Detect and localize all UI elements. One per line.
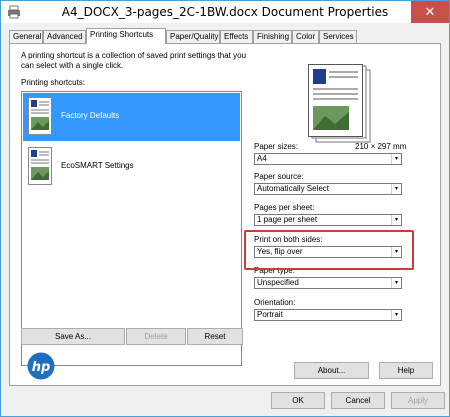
chevron-down-icon: ▾ xyxy=(391,184,401,194)
tab-printing-shortcuts[interactable]: Printing Shortcuts xyxy=(86,28,166,44)
tab-services[interactable]: Services xyxy=(319,30,357,43)
tab-general[interactable]: General xyxy=(9,30,43,43)
printing-shortcuts-panel: A printing shortcut is a collection of s… xyxy=(9,43,441,386)
orientation-label: Orientation: xyxy=(254,298,296,307)
orientation-value: Portrait xyxy=(257,310,283,319)
hp-logo: hp xyxy=(27,352,55,380)
help-button[interactable]: Help xyxy=(379,362,433,379)
shortcuts-list-label: Printing shortcuts: xyxy=(21,78,86,87)
tab-advanced[interactable]: Advanced xyxy=(43,30,86,43)
paper-type-select[interactable]: Unspecified ▾ xyxy=(254,277,402,289)
about-button[interactable]: About... xyxy=(294,362,369,379)
svg-text:hp: hp xyxy=(32,360,51,375)
window-title: A4_DOCX_3-pages_2C-1BW.docx Document Pro… xyxy=(61,5,389,19)
shortcut-factory-defaults[interactable]: Factory Defaults xyxy=(23,93,240,141)
paper-dimensions: 210 × 297 mm xyxy=(355,142,407,151)
paper-sizes-label: Paper sizes: xyxy=(254,142,299,151)
save-as-button[interactable]: Save As... xyxy=(21,328,125,345)
paper-source-label: Paper source: xyxy=(254,172,304,181)
paper-source-value: Automatically Select xyxy=(257,184,330,193)
paper-sizes-select[interactable]: A4 ▾ xyxy=(254,153,402,165)
shortcut-label: Factory Defaults xyxy=(61,111,120,120)
paper-sizes-value: A4 xyxy=(257,154,267,163)
pages-per-sheet-label: Pages per sheet: xyxy=(254,203,315,212)
tab-effects[interactable]: Effects xyxy=(220,30,253,43)
shortcuts-description: A printing shortcut is a collection of s… xyxy=(21,51,247,70)
shortcut-label: EcoSMART Settings xyxy=(61,161,134,170)
cancel-button[interactable]: Cancel xyxy=(331,392,385,409)
tab-color[interactable]: Color xyxy=(292,30,319,43)
pages-per-sheet-value: 1 page per sheet xyxy=(257,215,318,224)
tab-finishing[interactable]: Finishing xyxy=(253,30,292,43)
document-thumb-icon xyxy=(28,97,52,135)
close-button[interactable]: ✕ xyxy=(411,1,449,23)
document-properties-window: A4_DOCX_3-pages_2C-1BW.docx Document Pro… xyxy=(0,0,450,417)
paper-source-select[interactable]: Automatically Select ▾ xyxy=(254,183,402,195)
reset-button[interactable]: Reset xyxy=(187,328,243,345)
title-bar: A4_DOCX_3-pages_2C-1BW.docx Document Pro… xyxy=(1,1,449,23)
print-both-sides-highlight xyxy=(244,230,414,270)
orientation-select[interactable]: Portrait ▾ xyxy=(254,309,402,321)
pages-per-sheet-select[interactable]: 1 page per sheet ▾ xyxy=(254,214,402,226)
delete-button[interactable]: Delete xyxy=(126,328,186,345)
ok-button[interactable]: OK xyxy=(271,392,325,409)
chevron-down-icon: ▾ xyxy=(391,310,401,320)
shortcuts-list[interactable]: Factory Defaults EcoSMART Settings xyxy=(21,91,242,366)
tab-paper-quality[interactable]: Paper/Quality xyxy=(166,30,220,43)
paper-type-value: Unspecified xyxy=(257,278,299,287)
page-preview-icon xyxy=(308,64,371,143)
chevron-down-icon: ▾ xyxy=(391,215,401,225)
shortcut-ecosmart-settings[interactable]: EcoSMART Settings xyxy=(23,143,240,191)
apply-button[interactable]: Apply xyxy=(391,392,445,409)
chevron-down-icon: ▾ xyxy=(391,278,401,288)
document-thumb-icon xyxy=(28,147,52,185)
chevron-down-icon: ▾ xyxy=(391,154,401,164)
